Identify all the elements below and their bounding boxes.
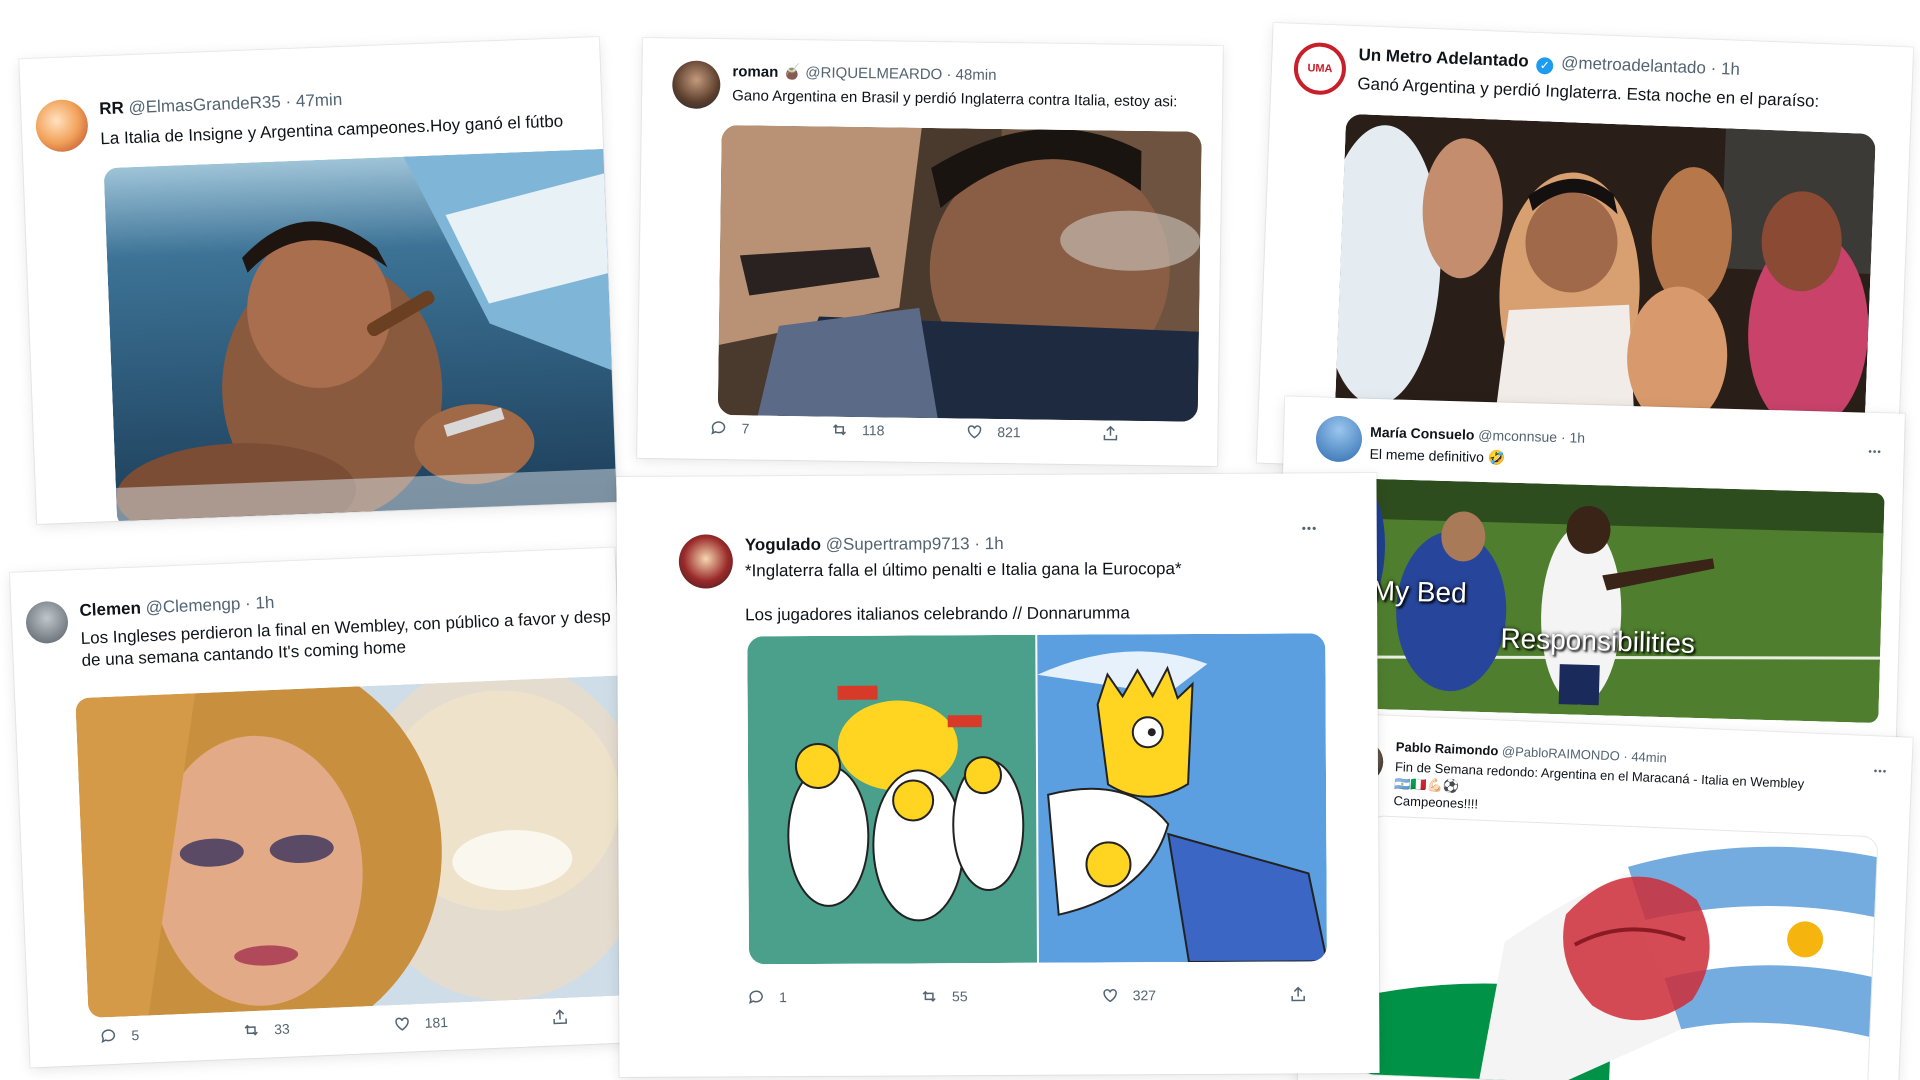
meme-caption-responsibilities: Responsibilities: [1500, 622, 1696, 659]
tweet-image-smoking[interactable]: [717, 125, 1202, 422]
author-name[interactable]: Clemen: [79, 598, 141, 620]
tweet-text-line-2: Los jugadores italianos celebrando // Do…: [745, 603, 1130, 625]
tweet-meta: Yogulado @Supertramp9713 · 1h: [745, 532, 1182, 556]
like-button[interactable]: 327: [1101, 986, 1156, 1004]
avatar[interactable]: UMA: [1292, 41, 1347, 96]
tweet-card-clemen[interactable]: Clemen @Clemengp · 1h Los Ingleses perdi…: [9, 547, 636, 1068]
tweet-actions: 7 118 821: [709, 419, 1119, 443]
more-options-icon[interactable]: •••: [1868, 447, 1882, 458]
retweet-button[interactable]: 118: [830, 421, 885, 440]
reply-button[interactable]: 1: [747, 988, 787, 1006]
author-handle[interactable]: @mconnsue: [1478, 427, 1557, 445]
photo-party: [1334, 113, 1876, 434]
retweet-icon: [922, 990, 936, 1002]
laughing-emoji: 🤣: [1487, 449, 1506, 466]
more-options-icon[interactable]: •••: [1302, 521, 1318, 535]
like-button[interactable]: 821: [965, 423, 1021, 442]
author-handle[interactable]: @metroadelantado: [1561, 53, 1706, 78]
timestamp[interactable]: 44min: [1631, 749, 1667, 765]
like-count: 821: [997, 423, 1021, 441]
author-name[interactable]: Pablo Raimondo: [1396, 739, 1499, 758]
tweet-text-body: El meme definitivo: [1369, 445, 1485, 465]
author-handle[interactable]: @Supertramp9713: [826, 534, 970, 554]
author-handle[interactable]: @RIQUELMEARDO: [805, 64, 942, 83]
reply-button[interactable]: 7: [709, 419, 749, 438]
avatar[interactable]: [671, 60, 721, 110]
heart-icon: [967, 425, 982, 439]
heart-icon: [1102, 989, 1117, 1003]
reply-icon: [749, 990, 763, 1004]
retweet-icon: [832, 424, 846, 436]
author-name[interactable]: RR: [99, 98, 124, 118]
verified-badge-icon: ✓: [1535, 56, 1554, 75]
separator: ·: [285, 91, 292, 112]
avatar[interactable]: [678, 534, 734, 589]
uma-logo-icon: UMA: [1307, 62, 1333, 76]
retweet-count: 55: [951, 988, 968, 1005]
avatar[interactable]: [25, 600, 69, 645]
tweet-image-party[interactable]: [1334, 113, 1876, 434]
timestamp[interactable]: 1h: [985, 534, 1004, 553]
photo-crying-woman: [75, 674, 636, 1018]
like-button[interactable]: 181: [392, 1013, 448, 1033]
timestamp[interactable]: 47min: [296, 90, 343, 111]
share-icon[interactable]: [1289, 985, 1307, 1003]
author-name[interactable]: María Consuelo: [1370, 424, 1475, 443]
tweet-card-rr[interactable]: RR @ElmasGrandeR35 · 47min La Italia de …: [19, 37, 617, 524]
author-name[interactable]: Un Metro Adelantado: [1358, 45, 1529, 71]
tweet-image-cigar[interactable]: [103, 148, 617, 524]
tweet-actions: 1 55 327: [747, 985, 1307, 1006]
retweet-count: 118: [862, 422, 885, 439]
author-name[interactable]: roman: [732, 63, 778, 81]
reply-count: 5: [131, 1026, 140, 1044]
retweet-button[interactable]: 55: [920, 987, 968, 1005]
more-options-icon[interactable]: •••: [1873, 766, 1887, 778]
timestamp[interactable]: 1h: [1721, 59, 1741, 79]
author-handle[interactable]: @Clemengp: [145, 594, 240, 617]
separator: ·: [1710, 58, 1717, 78]
retweet-button[interactable]: 33: [242, 1020, 290, 1040]
like-count: 181: [424, 1013, 449, 1031]
reply-count: 7: [741, 420, 750, 437]
reply-count: 1: [779, 989, 787, 1006]
share-icon[interactable]: [1101, 424, 1119, 442]
separator: ·: [244, 593, 252, 614]
tweet-card-roman[interactable]: roman 🧉 @RIQUELMEARDO · 48min Gano Argen…: [637, 37, 1223, 467]
tweet-card-yogulado[interactable]: Yogulado @Supertramp9713 · 1h *Inglaterr…: [616, 473, 1380, 1077]
separator: ·: [1623, 748, 1629, 764]
photo-cigar-boat: [103, 148, 617, 524]
avatar[interactable]: [34, 98, 89, 153]
meme-caption-my-bed: My Bed: [1371, 574, 1468, 609]
separator: ·: [974, 534, 981, 554]
retweet-count: 33: [273, 1020, 291, 1038]
mate-emoji: 🧉: [782, 63, 802, 82]
timestamp[interactable]: 1h: [255, 593, 275, 613]
author-handle[interactable]: @PabloRAIMONDO: [1502, 744, 1620, 764]
separator: ·: [1560, 429, 1566, 446]
timestamp[interactable]: 48min: [955, 66, 996, 84]
like-count: 327: [1132, 987, 1157, 1004]
tweet-card-pablo[interactable]: Pablo Raimondo @PabloRAIMONDO · 44min Fi…: [1297, 712, 1913, 1080]
heart-icon: [394, 1017, 409, 1031]
tweet-image-flags[interactable]: [1358, 815, 1879, 1080]
share-icon[interactable]: [551, 1008, 570, 1027]
tweet-text-line-1: *Inglaterra falla el último penalti e It…: [744, 559, 1182, 581]
author-name[interactable]: Yogulado: [745, 535, 821, 554]
separator: ·: [946, 66, 952, 84]
timestamp[interactable]: 1h: [1569, 429, 1585, 445]
avatar[interactable]: [1315, 415, 1363, 463]
retweet-icon: [244, 1024, 258, 1036]
tweet-text: Gano Argentina en Brasil y perdió Inglat…: [732, 87, 1178, 111]
photo-flag-fist: [1359, 816, 1879, 1080]
tweet-image-crying[interactable]: [75, 674, 636, 1018]
reply-icon: [711, 421, 726, 435]
reply-icon: [101, 1029, 116, 1044]
author-handle[interactable]: @ElmasGrandeR35: [128, 92, 281, 117]
cartoon-simpsons-collage: [747, 633, 1327, 965]
tweet-image-simpsons[interactable]: [747, 633, 1327, 965]
tweet-image-soccer[interactable]: My Bed Responsibilities: [1298, 476, 1885, 724]
photo-smoking: [717, 125, 1202, 422]
reply-button[interactable]: 5: [99, 1026, 140, 1046]
